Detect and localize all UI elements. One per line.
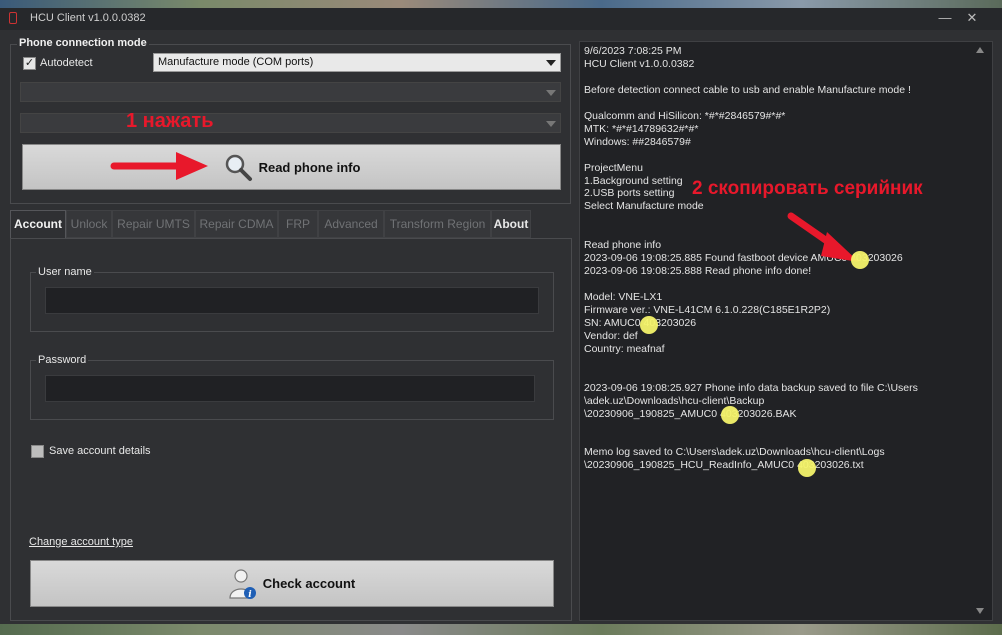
highlight-dot bbox=[798, 459, 816, 477]
autodetect-label: Autodetect bbox=[40, 57, 93, 69]
log-line: 2023-09-06 19:08:25.888 Read phone info … bbox=[584, 265, 812, 278]
svg-text:i: i bbox=[248, 590, 252, 600]
log-line: 1.Background setting bbox=[584, 174, 683, 187]
password-label: Password bbox=[36, 354, 89, 366]
log-line: HCU Client v1.0.0.0382 bbox=[584, 57, 695, 70]
window-title: HCU Client v1.0.0.0382 bbox=[30, 12, 146, 24]
log-line: Firmware ver.: VNE-L41CM 6.1.0.228(C185E… bbox=[584, 304, 831, 316]
annotation-step2: 2 скопировать серийник bbox=[692, 178, 923, 199]
desktop-background-strip bbox=[0, 624, 1002, 635]
user-info-icon: i bbox=[229, 568, 256, 600]
username-input[interactable] bbox=[45, 287, 539, 314]
close-icon[interactable]: ✕ bbox=[961, 9, 983, 27]
scroll-up-icon[interactable] bbox=[976, 47, 984, 53]
log-line: Windows: ##2846579# bbox=[584, 135, 691, 148]
connection-group-title: Phone connection mode bbox=[17, 37, 149, 49]
log-panel[interactable]: 9/6/2023 7:08:25 PM HCU Client v1.0.0.038… bbox=[579, 41, 993, 621]
annotation-arrow-1 bbox=[110, 152, 208, 180]
annotation-step1: 1 нажать bbox=[126, 110, 214, 132]
highlight-dot bbox=[851, 251, 869, 269]
chevron-down-icon bbox=[546, 121, 556, 127]
log-line: Select Manufacture mode bbox=[584, 200, 704, 213]
log-line: Memo log saved to C:\Users\adek.uz\Downl… bbox=[584, 446, 885, 459]
log-line: Read phone info bbox=[584, 239, 662, 252]
check-account-button[interactable]: i Check account bbox=[30, 560, 554, 607]
log-line: Before detection connect cable to usb an… bbox=[584, 83, 911, 96]
account-tab-panel: User name Password Save account details … bbox=[10, 238, 572, 621]
chevron-down-icon bbox=[546, 90, 556, 96]
tab-transform-region[interactable]: Transform Region bbox=[384, 210, 491, 238]
log-line: \20230906_190825_HCU_ReadInfo_AMUC0 4032… bbox=[584, 459, 864, 472]
save-account-label: Save account details bbox=[49, 445, 151, 457]
tab-account[interactable]: Account bbox=[10, 210, 66, 239]
port-select[interactable] bbox=[20, 82, 561, 102]
log-line: \adek.uz\Downloads\hcu-client\Backup bbox=[584, 394, 765, 407]
check-account-label: Check account bbox=[262, 576, 356, 591]
log-line: Qualcomm and HiSilicon: *#*#2846579#*#* bbox=[584, 109, 786, 122]
log-line: Vendor: def bbox=[584, 329, 638, 342]
hcu-app-icon bbox=[9, 12, 17, 24]
autodetect-checkbox[interactable]: ✓ bbox=[23, 57, 36, 70]
title-bar[interactable]: HCU Client v1.0.0.0382 — ✕ bbox=[0, 8, 1002, 30]
magnifier-icon bbox=[225, 154, 252, 181]
tab-repair-cdma[interactable]: Repair CDMA bbox=[195, 210, 278, 238]
tab-advanced[interactable]: Advanced bbox=[318, 210, 384, 238]
minimize-icon[interactable]: — bbox=[934, 9, 956, 27]
username-label: User name bbox=[36, 266, 94, 278]
tab-about[interactable]: About bbox=[491, 210, 531, 238]
change-account-type-link[interactable]: Change account type bbox=[29, 536, 133, 548]
log-line: 2.USB ports setting bbox=[584, 187, 675, 200]
log-line: \20230906_190825_AMUC0 403203026.BAK bbox=[584, 407, 797, 420]
connection-mode-select[interactable]: Manufacture mode (COM ports) bbox=[153, 53, 561, 72]
log-line: Model: VNE-LX1 bbox=[584, 291, 663, 304]
tab-frp[interactable]: FRP bbox=[278, 210, 318, 238]
connection-mode-value: Manufacture mode (COM ports) bbox=[158, 56, 314, 68]
read-phone-info-button[interactable]: Read phone info bbox=[22, 144, 561, 190]
tab-unlock[interactable]: Unlock bbox=[66, 210, 112, 238]
highlight-dot bbox=[640, 316, 658, 334]
device-select[interactable] bbox=[20, 113, 561, 133]
tab-repair-umts[interactable]: Repair UMTS bbox=[112, 210, 195, 238]
desktop-background-strip bbox=[0, 0, 1002, 8]
scroll-down-icon[interactable] bbox=[976, 608, 984, 614]
chevron-down-icon bbox=[546, 60, 556, 66]
save-account-checkbox[interactable] bbox=[31, 445, 44, 458]
read-phone-info-label: Read phone info bbox=[258, 159, 361, 175]
log-line: ProjectMenu bbox=[584, 161, 643, 174]
log-line: MTK: *#*#14789632#*#* bbox=[584, 122, 699, 135]
log-line: 2023-09-06 19:08:25.927 Phone info data … bbox=[584, 381, 918, 394]
highlight-dot bbox=[721, 406, 739, 424]
password-input[interactable] bbox=[45, 375, 535, 402]
log-line: Country: meafnaf bbox=[584, 342, 665, 355]
log-line: 9/6/2023 7:08:25 PM bbox=[584, 45, 682, 57]
app-window: HCU Client v1.0.0.0382 — ✕ Phone connect… bbox=[0, 0, 1002, 635]
